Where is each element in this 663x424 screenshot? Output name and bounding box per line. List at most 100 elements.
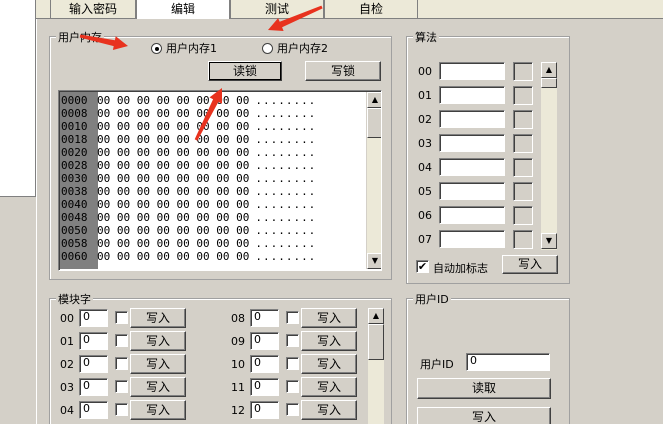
memory-ascii: ........ [255,159,317,172]
module-word-input[interactable]: 0 [250,309,279,327]
memory-hex: 00 00 00 00 00 00 00 00 [97,172,250,185]
memory-scrollbar[interactable]: ▲ ▼ [366,92,381,269]
module-scrollbar[interactable]: ▲ [367,308,384,424]
module-word-input[interactable]: 0 [79,355,108,373]
memory-address: 0018 [61,133,88,146]
module-word-checkbox[interactable] [115,357,128,370]
tab-input-password[interactable]: 输入密码 [50,0,136,19]
algorithm-color-box[interactable] [513,230,533,249]
algorithm-color-box[interactable] [513,86,533,105]
memory-row[interactable]: 0028 00 00 00 00 00 00 00 00........ [61,159,316,172]
radio-user-memory-2[interactable]: 用户内存2 [262,40,328,56]
module-word-index: 01 [60,335,74,348]
user-id-input[interactable]: 0 [466,353,550,371]
memory-row[interactable]: 0008 00 00 00 00 00 00 00 00........ [61,107,316,120]
memory-hex-view[interactable]: 0000 00 00 00 00 00 00 00 00........ 0008 0… [58,90,382,271]
scroll-thumb[interactable] [367,108,381,138]
memory-ascii: ........ [255,94,317,107]
algorithm-input[interactable] [439,134,505,152]
scroll-down-icon[interactable]: ▼ [367,253,381,269]
module-word-checkbox[interactable] [286,357,299,370]
memory-row[interactable]: 0050 00 00 00 00 00 00 00 00........ [61,224,316,237]
tab-test[interactable]: 测试 [230,0,324,19]
algorithm-input[interactable] [439,206,505,224]
memory-hex: 00 00 00 00 00 00 00 00 [97,185,250,198]
user-id-read-button[interactable]: 读取 [417,378,551,399]
module-word-checkbox[interactable] [286,380,299,393]
module-word-input[interactable]: 0 [79,332,108,350]
module-word-input[interactable]: 0 [79,378,108,396]
tab-self-check[interactable]: 自检 [324,0,418,19]
module-word-input[interactable]: 0 [250,378,279,396]
module-word-write-button[interactable]: 写入 [130,354,186,374]
tab-edit[interactable]: 编辑 [136,0,230,20]
module-word-write-button[interactable]: 写入 [301,354,357,374]
module-word-write-button[interactable]: 写入 [301,308,357,328]
radio-user-memory-1-label: 用户内存1 [166,42,217,55]
module-word-input[interactable]: 0 [79,401,108,419]
algorithm-write-button[interactable]: 写入 [502,255,558,274]
module-word-input[interactable]: 0 [79,309,108,327]
scroll-up-icon[interactable]: ▲ [367,92,381,108]
algorithm-index: 07 [418,233,432,246]
scroll-down-icon[interactable]: ▼ [541,233,557,249]
memory-row[interactable]: 0020 00 00 00 00 00 00 00 00........ [61,146,316,159]
memory-address: 0030 [61,172,88,185]
memory-row[interactable]: 0030 00 00 00 00 00 00 00 00........ [61,172,316,185]
scroll-up-icon[interactable]: ▲ [368,308,384,324]
scroll-thumb[interactable] [368,324,384,360]
algorithm-input[interactable] [439,62,505,80]
memory-hex: 00 00 00 00 00 00 00 00 [97,211,250,224]
memory-row[interactable]: 0048 00 00 00 00 00 00 00 00........ [61,211,316,224]
module-word-write-button[interactable]: 写入 [301,400,357,420]
module-word-input[interactable]: 0 [250,401,279,419]
algorithm-scrollbar[interactable]: ▲ ▼ [540,62,557,250]
memory-address: 0040 [61,198,88,211]
module-word-checkbox[interactable] [115,403,128,416]
memory-hex: 00 00 00 00 00 00 00 00 [97,250,250,263]
algorithm-color-box[interactable] [513,158,533,177]
write-lock-button[interactable]: 写锁 [305,61,381,81]
algorithm-input[interactable] [439,110,505,128]
module-word-checkbox[interactable] [286,311,299,324]
module-word-checkbox[interactable] [115,334,128,347]
memory-row[interactable]: 0060 00 00 00 00 00 00 00 00........ [61,250,316,263]
module-word-checkbox[interactable] [115,311,128,324]
algorithm-input[interactable] [439,86,505,104]
user-id-write-button[interactable]: 写入 [417,407,551,424]
module-word-write-button[interactable]: 写入 [301,377,357,397]
algorithm-input[interactable] [439,158,505,176]
algorithm-color-box[interactable] [513,62,533,81]
memory-row[interactable]: 0010 00 00 00 00 00 00 00 00........ [61,120,316,133]
memory-row[interactable]: 0058 00 00 00 00 00 00 00 00........ [61,237,316,250]
algorithm-input[interactable] [439,230,505,248]
memory-row[interactable]: 0040 00 00 00 00 00 00 00 00........ [61,198,316,211]
scroll-up-icon[interactable]: ▲ [541,62,557,78]
algorithm-color-box[interactable] [513,110,533,129]
algorithm-color-box[interactable] [513,134,533,153]
memory-address: 0050 [61,224,88,237]
auto-flag-checkbox[interactable]: ✔ [416,260,429,273]
algorithm-color-box[interactable] [513,206,533,225]
module-word-input[interactable]: 0 [250,332,279,350]
algorithm-color-box[interactable] [513,182,533,201]
module-word-checkbox[interactable] [115,380,128,393]
module-word-write-button[interactable]: 写入 [130,400,186,420]
module-word-write-button[interactable]: 写入 [130,308,186,328]
module-word-index: 12 [231,404,245,417]
scroll-thumb[interactable] [541,78,557,88]
read-lock-button[interactable]: 读锁 [208,61,282,81]
radio-user-memory-1[interactable]: 用户内存1 [151,40,217,56]
algorithm-input[interactable] [439,182,505,200]
module-word-write-button[interactable]: 写入 [301,331,357,351]
module-word-index: 03 [60,381,74,394]
memory-row[interactable]: 0000 00 00 00 00 00 00 00 00........ [61,94,316,107]
module-word-write-button[interactable]: 写入 [130,331,186,351]
memory-row[interactable]: 0018 00 00 00 00 00 00 00 00........ [61,133,316,146]
memory-row[interactable]: 0038 00 00 00 00 00 00 00 00........ [61,185,316,198]
module-word-write-button[interactable]: 写入 [130,377,186,397]
module-word-input[interactable]: 0 [250,355,279,373]
module-word-checkbox[interactable] [286,403,299,416]
module-word-checkbox[interactable] [286,334,299,347]
memory-ascii: ........ [255,211,317,224]
